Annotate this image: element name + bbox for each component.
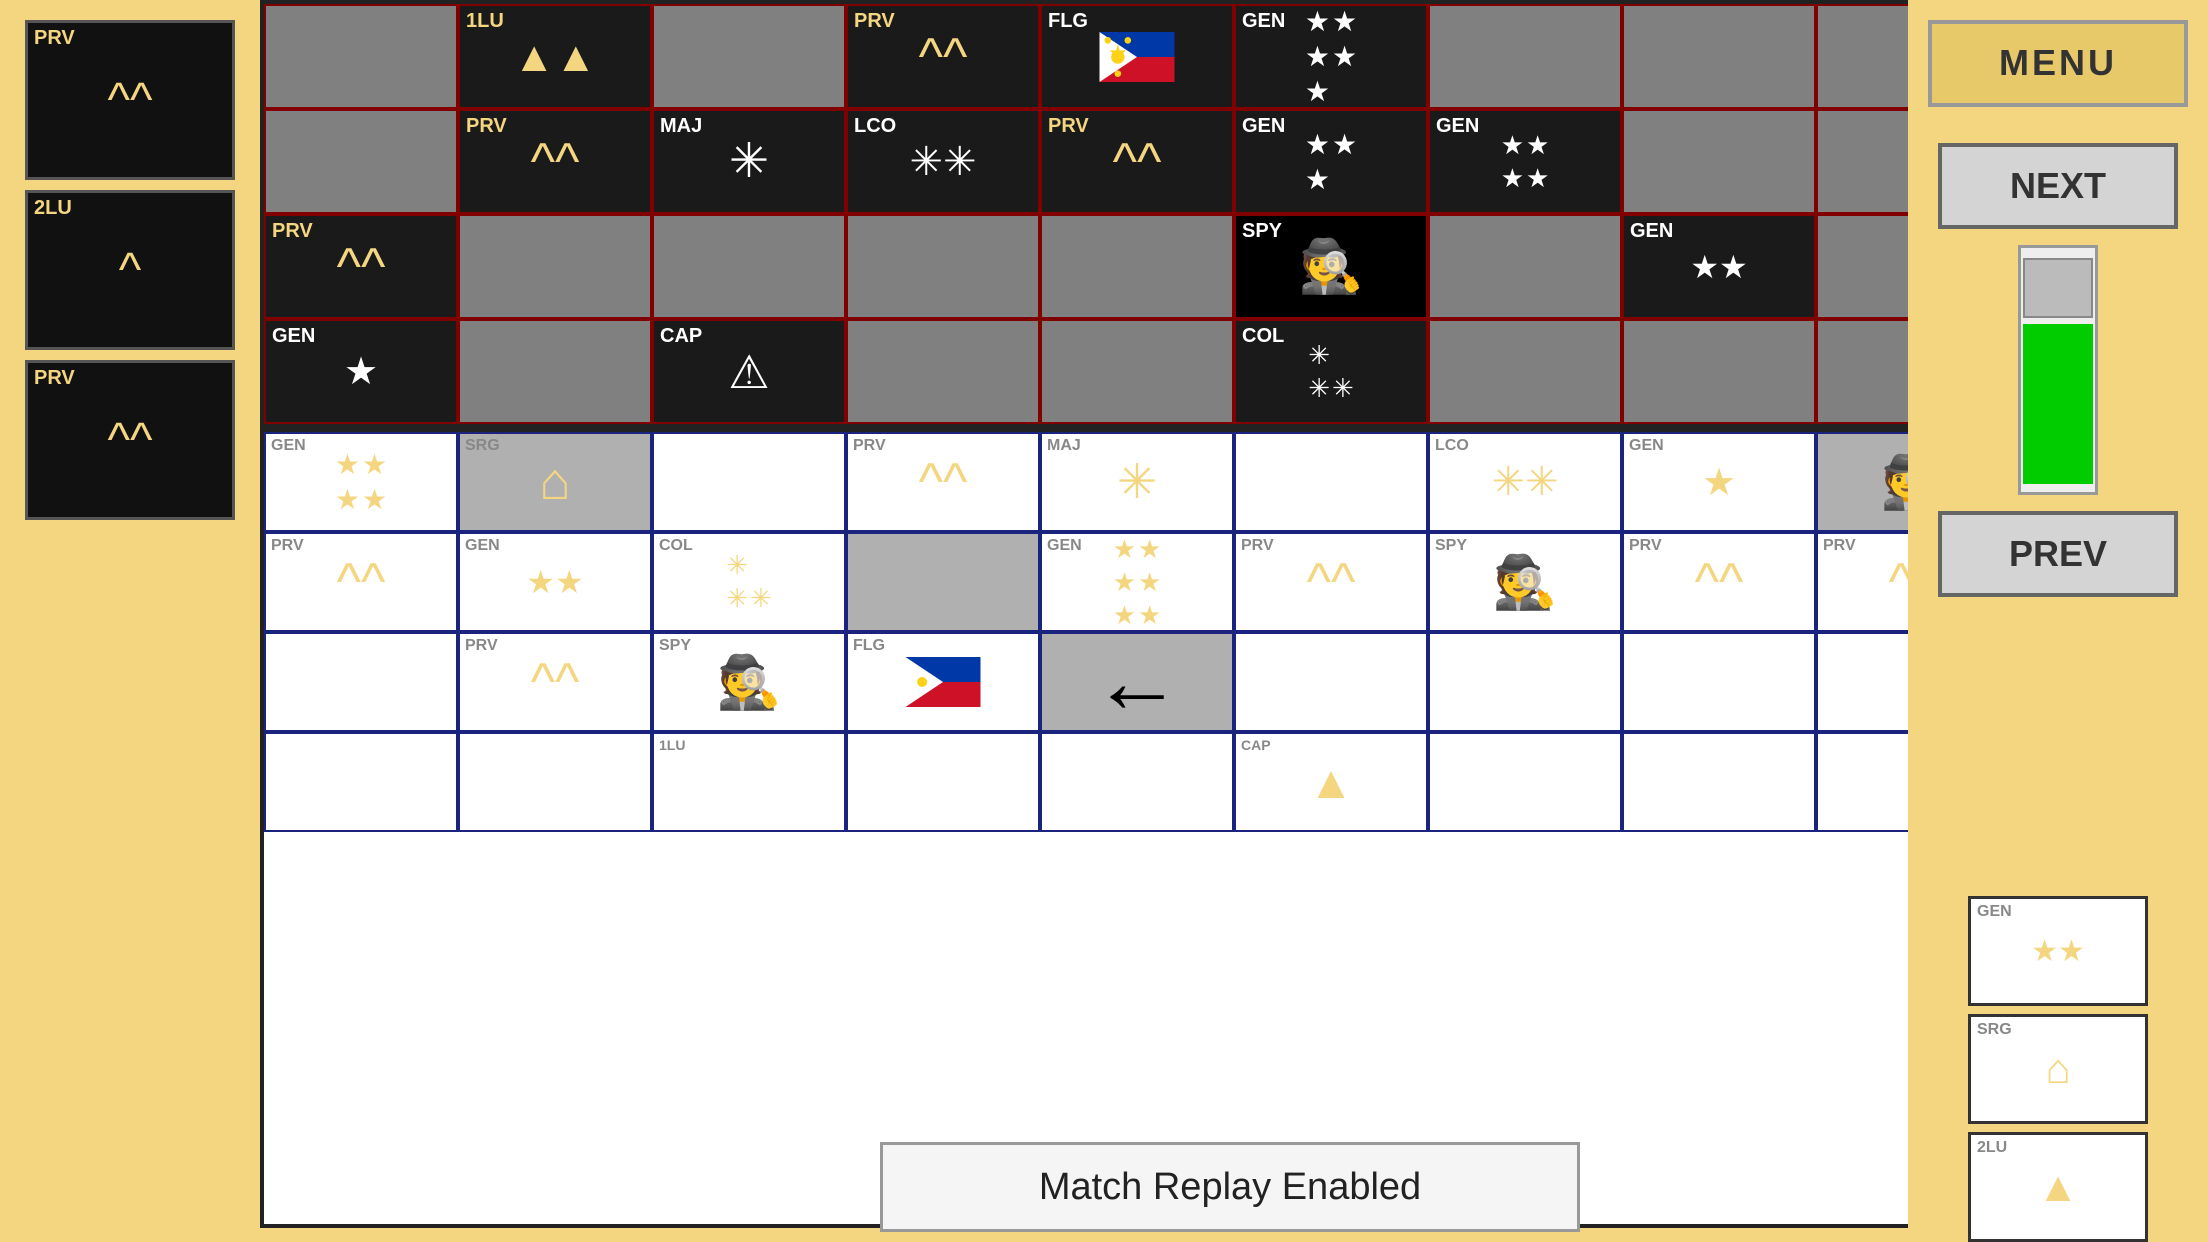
bcell-r4c6[interactable]: CAP ▲ xyxy=(1234,732,1428,832)
slider-thumb[interactable] xyxy=(2023,258,2093,318)
progress-slider[interactable] xyxy=(2018,245,2098,494)
rank-symbol-1: ^^ xyxy=(107,73,152,128)
bcell-r2c4[interactable] xyxy=(846,532,1040,632)
right-rank-card-2lu: 2LU ▲ xyxy=(1968,1132,2148,1242)
bcell-r3c3[interactable]: SPY 🕵 xyxy=(652,632,846,732)
left-sidebar: PRV ^^ 2LU ^ PRV ^^ SOLDIERS xyxy=(0,0,260,1242)
cell-r2c1[interactable] xyxy=(264,109,458,214)
bcell-r4c1[interactable] xyxy=(264,732,458,832)
bcell-r3c5[interactable]: ← xyxy=(1040,632,1234,732)
slider-track xyxy=(2023,324,2093,484)
cell-r3c7[interactable] xyxy=(1428,214,1622,319)
bcell-r3c6[interactable] xyxy=(1234,632,1428,732)
bcell-r2c2[interactable]: GEN ★★ xyxy=(458,532,652,632)
left-rank-card-1: PRV ^^ xyxy=(25,20,235,180)
cell-r3c6[interactable]: SPY 🕵 xyxy=(1234,214,1428,319)
bcell-r4c4[interactable] xyxy=(846,732,1040,832)
cell-r4c3[interactable]: CAP ⚠ xyxy=(652,319,846,424)
cell-r4c7[interactable] xyxy=(1428,319,1622,424)
cell-r3c4[interactable] xyxy=(846,214,1040,319)
cell-r4c5[interactable] xyxy=(1040,319,1234,424)
soldiers-label-left: SOLDIERS xyxy=(106,560,154,807)
bcell-r3c8[interactable] xyxy=(1622,632,1816,732)
cell-r1c7[interactable] xyxy=(1428,4,1622,109)
bcell-r2c3[interactable]: COL ✳ ✳✳ xyxy=(652,532,846,632)
right-rank-card-srg: SRG ⌂ xyxy=(1968,1014,2148,1124)
right-rank-cards: GEN ★★ SRG ⌂ 2LU ▲ xyxy=(1968,896,2148,1242)
bcell-r3c1[interactable] xyxy=(264,632,458,732)
cell-r4c4[interactable] xyxy=(846,319,1040,424)
bcell-r4c3[interactable]: 1LU xyxy=(652,732,846,832)
bcell-r1c3[interactable] xyxy=(652,432,846,532)
cell-r1c1[interactable] xyxy=(264,4,458,109)
bcell-r2c1[interactable]: PRV ^^ xyxy=(264,532,458,632)
soldiers-label-right: SOLDIERS xyxy=(2034,623,2082,870)
bcell-r2c6[interactable]: PRV ^^ xyxy=(1234,532,1428,632)
cell-r2c4[interactable]: LCO ✳✳ xyxy=(846,109,1040,214)
left-rank-card-3: PRV ^^ xyxy=(25,360,235,520)
bcell-r4c2[interactable] xyxy=(458,732,652,832)
cell-r2c6[interactable]: GEN ★★ ★ xyxy=(1234,109,1428,214)
bcell-r1c5[interactable]: MAJ ✳ xyxy=(1040,432,1234,532)
cell-r2c2[interactable]: PRV ^^ xyxy=(458,109,652,214)
bcell-r1c6[interactable] xyxy=(1234,432,1428,532)
bcell-r4c8[interactable] xyxy=(1622,732,1816,832)
rank-label-2lu: 2LU xyxy=(34,197,72,220)
bcell-r1c8[interactable]: GEN ★ xyxy=(1622,432,1816,532)
cell-r3c1[interactable]: PRV ^^ xyxy=(264,214,458,319)
bcell-r2c5[interactable]: GEN ★★ ★★ ★★ xyxy=(1040,532,1234,632)
cell-r2c5[interactable]: PRV ^^ xyxy=(1040,109,1234,214)
cell-r3c2[interactable] xyxy=(458,214,652,319)
cell-r4c6[interactable]: COL ✳ ✳✳ xyxy=(1234,319,1428,424)
rank-label-prv-1: PRV xyxy=(34,27,75,50)
cell-r2c3[interactable]: MAJ ✳ xyxy=(652,109,846,214)
bcell-r1c2[interactable]: SRG ⌂ xyxy=(458,432,652,532)
bcell-r1c1[interactable]: GEN ★★ ★★ xyxy=(264,432,458,532)
menu-button[interactable]: MENU xyxy=(1928,20,2188,107)
bcell-r3c7[interactable] xyxy=(1428,632,1622,732)
cell-r4c8[interactable] xyxy=(1622,319,1816,424)
cell-r3c3[interactable] xyxy=(652,214,846,319)
bcell-r3c2[interactable]: PRV ^^ xyxy=(458,632,652,732)
philippine-flag xyxy=(1097,32,1177,82)
cell-r1c6[interactable]: GEN ★★ ★★ ★ xyxy=(1234,4,1428,109)
bcell-r2c8[interactable]: PRV ^^ xyxy=(1622,532,1816,632)
cell-r3c5[interactable] xyxy=(1040,214,1234,319)
bcell-r3c4[interactable]: FLG xyxy=(846,632,1040,732)
bcell-r2c7[interactable]: SPY 🕵 xyxy=(1428,532,1622,632)
rank-symbol-2: ^ xyxy=(119,243,142,298)
right-rank-card-gen: GEN ★★ xyxy=(1968,896,2148,1006)
cell-r1c5[interactable]: FLG xyxy=(1040,4,1234,109)
cell-r1c4[interactable]: PRV ^^ xyxy=(846,4,1040,109)
cell-r1c2[interactable]: 1LU ▲▲ xyxy=(458,4,652,109)
rank-symbol-3: ^^ xyxy=(107,413,152,468)
bcell-r1c7[interactable]: LCO ✳✳ xyxy=(1428,432,1622,532)
next-button[interactable]: NEXT xyxy=(1938,143,2178,230)
cell-r4c1[interactable]: GEN ★ xyxy=(264,319,458,424)
cell-r4c2[interactable] xyxy=(458,319,652,424)
prev-button[interactable]: PREV xyxy=(1938,511,2178,598)
bcell-r4c5[interactable] xyxy=(1040,732,1234,832)
cell-r3c8[interactable]: GEN ★★ xyxy=(1622,214,1816,319)
notification-text: Match Replay Enabled xyxy=(1039,1166,1421,1209)
left-rank-card-2: 2LU ^ xyxy=(25,190,235,350)
cell-r1c8[interactable] xyxy=(1622,4,1816,109)
flag-bottom xyxy=(903,657,983,707)
notification-bar: Match Replay Enabled xyxy=(880,1142,1580,1232)
cell-r1c3[interactable] xyxy=(652,4,846,109)
cell-r2c8[interactable] xyxy=(1622,109,1816,214)
right-sidebar: MENU NEXT PREV SOLDIERS GEN ★★ SRG ⌂ 2LU… xyxy=(1908,0,2208,1242)
cell-r2c7[interactable]: GEN ★★ ★★ xyxy=(1428,109,1622,214)
bcell-r4c7[interactable] xyxy=(1428,732,1622,832)
rank-label-prv-3: PRV xyxy=(34,367,75,390)
bcell-r1c4[interactable]: PRV ^^ xyxy=(846,432,1040,532)
